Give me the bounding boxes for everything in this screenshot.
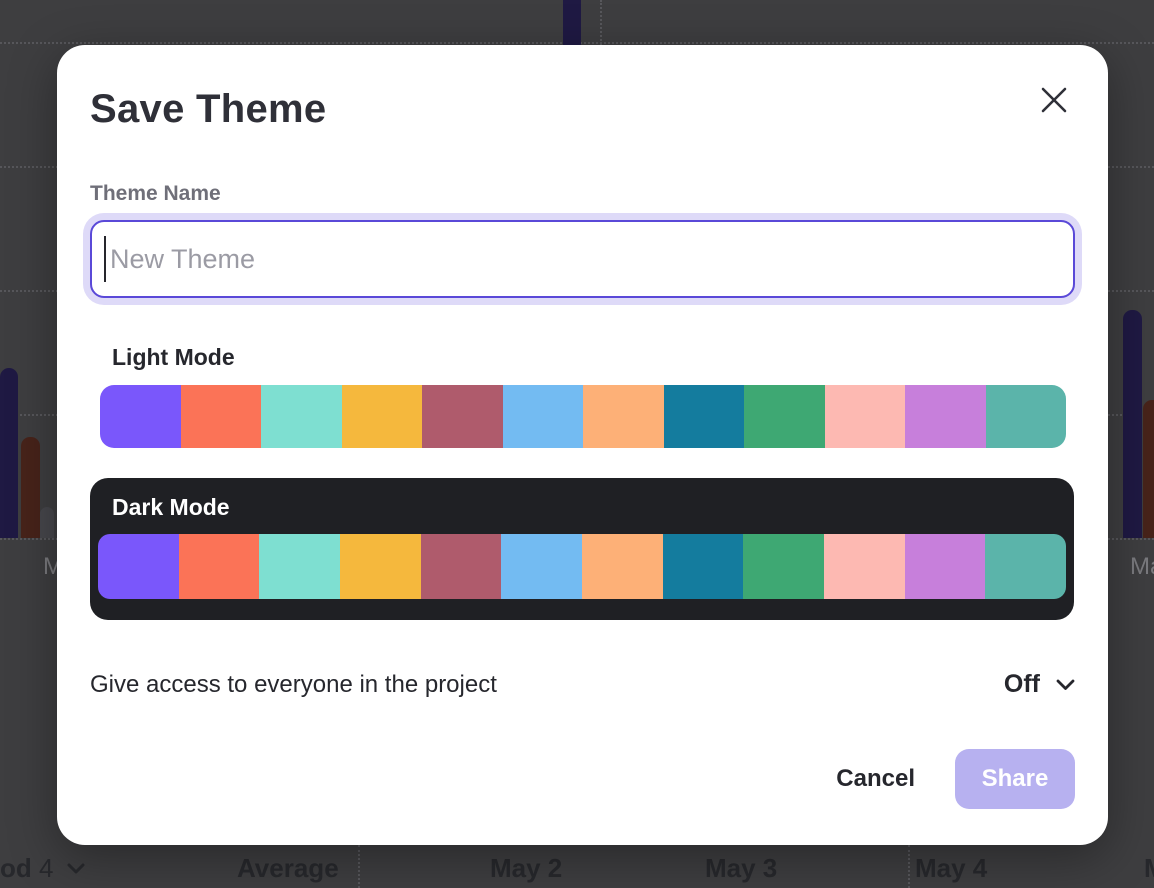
close-button[interactable]	[1038, 85, 1070, 117]
palette-swatch	[422, 385, 503, 448]
gridline-vertical	[908, 845, 910, 888]
theme-name-label: Theme Name	[90, 182, 1075, 206]
column-header-may3: May 3	[705, 853, 777, 884]
palette-swatch	[743, 534, 824, 599]
axis-label-month: Ma	[1130, 553, 1154, 581]
chart-bar	[563, 0, 581, 45]
chart-bar	[21, 437, 40, 538]
palette-swatch	[825, 385, 906, 448]
theme-name-input-wrap	[90, 220, 1075, 298]
palette-swatch	[100, 385, 181, 448]
palette-swatch	[98, 534, 179, 599]
palette-swatch	[179, 534, 260, 599]
light-mode-label: Light Mode	[112, 344, 1075, 371]
save-theme-dialog: Save Theme Theme Name Light Mode Dark Mo…	[57, 45, 1108, 845]
access-dropdown[interactable]: Off	[1004, 670, 1075, 699]
access-label: Give access to everyone in the project	[90, 671, 497, 699]
dark-mode-card: Dark Mode	[90, 478, 1074, 620]
palette-swatch	[985, 534, 1066, 599]
palette-swatch	[744, 385, 825, 448]
column-header-may4: May 4	[915, 853, 987, 884]
palette-swatch	[503, 385, 584, 448]
palette-swatch	[259, 534, 340, 599]
access-value: Off	[1004, 670, 1040, 699]
chart-bar	[40, 507, 54, 538]
chart-bar	[1143, 400, 1154, 538]
palette-swatch	[181, 385, 262, 448]
palette-swatch	[663, 534, 744, 599]
period-label: od	[0, 853, 32, 883]
column-header-may2: May 2	[490, 853, 562, 884]
period-number: 4	[39, 853, 53, 883]
close-icon	[1040, 86, 1068, 114]
chart-bar	[1123, 310, 1142, 538]
palette-swatch	[501, 534, 582, 599]
palette-swatch	[340, 534, 421, 599]
gridline-vertical	[358, 845, 360, 888]
text-caret	[104, 236, 106, 282]
dark-mode-palette[interactable]	[98, 534, 1066, 599]
chart-bar	[0, 368, 18, 538]
access-row: Give access to everyone in the project O…	[90, 670, 1075, 699]
column-header-average: Average	[237, 853, 337, 884]
light-mode-palette[interactable]	[100, 385, 1066, 448]
palette-swatch	[421, 534, 502, 599]
chevron-down-icon	[1056, 679, 1075, 691]
palette-swatch	[905, 534, 986, 599]
dialog-title: Save Theme	[90, 87, 1075, 132]
palette-swatch	[664, 385, 745, 448]
palette-swatch	[905, 385, 986, 448]
share-button[interactable]: Share	[955, 749, 1075, 809]
theme-name-input[interactable]	[90, 220, 1075, 298]
cancel-button[interactable]: Cancel	[836, 765, 915, 793]
palette-swatch	[261, 385, 342, 448]
palette-swatch	[824, 534, 905, 599]
period-selector[interactable]: od 4	[0, 853, 85, 884]
dark-mode-label: Dark Mode	[112, 494, 1066, 521]
palette-swatch	[583, 385, 664, 448]
dialog-actions: Cancel Share	[90, 749, 1075, 809]
palette-swatch	[986, 385, 1067, 448]
column-header-partial: M	[1144, 853, 1154, 884]
chevron-down-icon	[67, 863, 85, 874]
palette-swatch	[582, 534, 663, 599]
palette-swatch	[342, 385, 423, 448]
gridline-vertical	[600, 0, 602, 45]
